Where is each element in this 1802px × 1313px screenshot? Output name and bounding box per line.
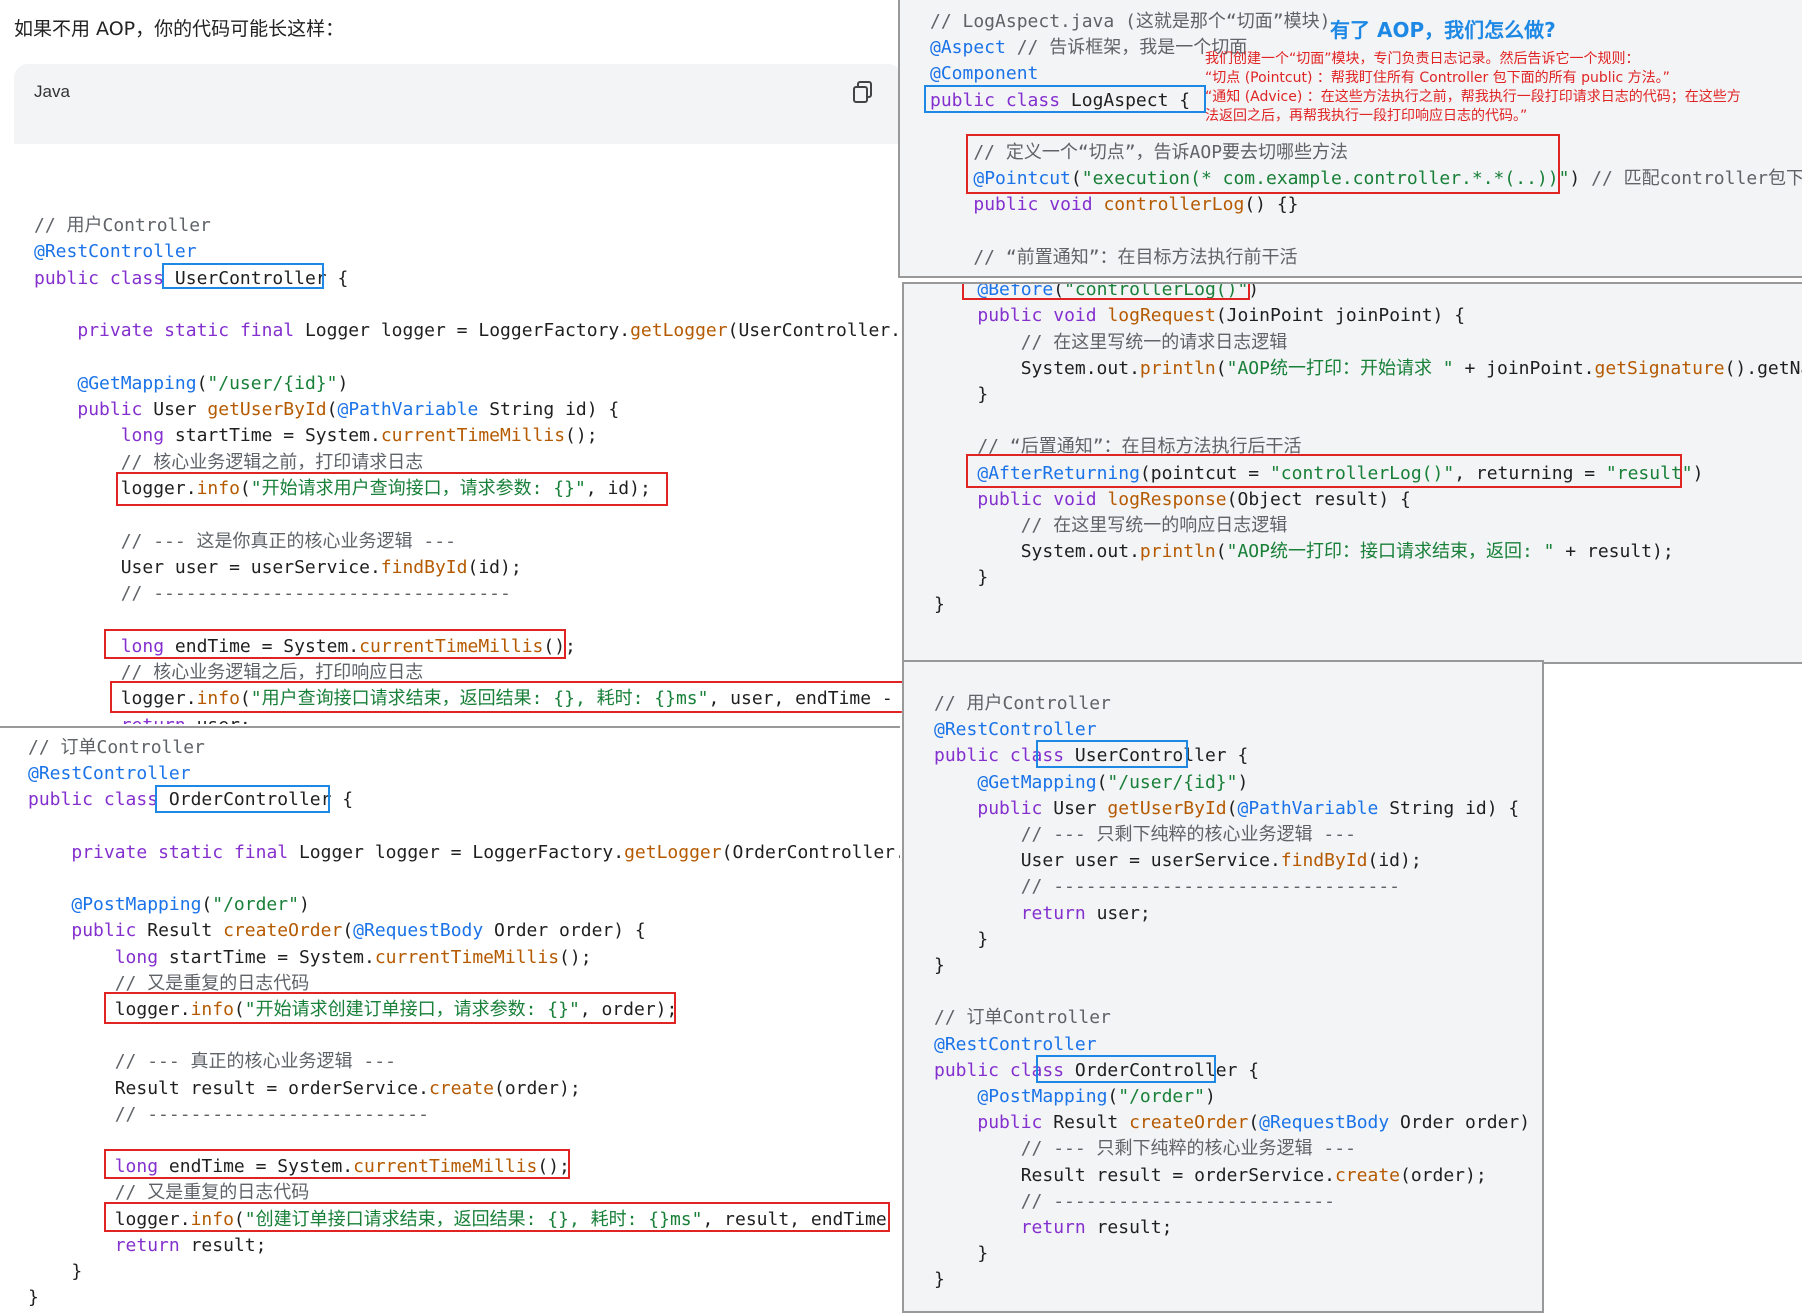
code-line: @Aspect // 告诉框架，我是一个切面	[930, 37, 1248, 59]
code-lines-user-old: // 用户Controller @RestController public cla…	[14, 144, 902, 724]
code-lines-order-old: // 订单Controller @RestController public cla…	[0, 728, 900, 1311]
code-line: return user;	[1020, 902, 1151, 924]
code-line: @GetMapping("/user/{id}")	[77, 372, 349, 394]
code-line: }	[934, 593, 945, 615]
highlight-logger-start	[116, 471, 668, 506]
code-block-advice: // “前置通知”：在目标方法执行前干活 @Before("controller…	[902, 282, 1802, 664]
code-line: public User getUserById(@PathVariable St…	[77, 399, 620, 421]
code-line: return result;	[1020, 1217, 1173, 1238]
code-line: return result;	[114, 1234, 267, 1256]
code-line: // “前置通知”：在目标方法执行前干活	[930, 246, 1298, 268]
code-line: long startTime = System.currentTimeMilli…	[114, 946, 592, 968]
code-line: long startTime = System.currentTimeMilli…	[120, 425, 598, 447]
code-line: // --------------------------------	[934, 876, 1400, 898]
code-line: }	[934, 567, 989, 589]
code-line: }	[934, 1269, 945, 1291]
code-line: }	[28, 1261, 83, 1282]
code-line: // 订单Controller	[28, 737, 205, 758]
code-line: // --- 真正的核心业务逻辑 ---	[28, 1051, 396, 1073]
code-line: User user = userService.findById(id);	[34, 556, 522, 578]
code-line: @RestController	[934, 719, 1097, 741]
code-line: @RestController	[28, 763, 191, 785]
code-line: System.out.println("AOP统一打印：接口请求结束，返回: "…	[934, 541, 1674, 563]
code-line: private static final Logger logger = Log…	[77, 320, 902, 342]
code-line: }	[934, 928, 989, 950]
highlight-after-returning	[966, 453, 1682, 488]
code-line: }	[934, 384, 989, 405]
code-line: }	[28, 1287, 39, 1309]
code-line: Result result = orderService.create(orde…	[28, 1077, 581, 1099]
code-block-order-old: // 订单Controller @RestController public cla…	[0, 726, 900, 1311]
copy-icon[interactable]	[852, 80, 874, 104]
code-line: // 订单Controller	[934, 1007, 1111, 1029]
code-line: // LogAspect.java (这就是那个“切面”模块)	[930, 11, 1331, 32]
code-line: @Component	[930, 63, 1039, 85]
highlight-classname	[1036, 740, 1188, 769]
code-line: public Result createOrder(@RequestBody O…	[71, 920, 646, 942]
code-lines-advice: // “前置通知”：在目标方法执行前干活 @Before("controller…	[904, 284, 1802, 662]
code-line: }	[934, 955, 945, 976]
code-line: Result result = orderService.create(orde…	[934, 1164, 1487, 1186]
code-block-header: Java	[14, 64, 902, 124]
aop-title: 有了 AOP，我们怎么做?	[1330, 18, 1556, 42]
aop-note-1: 我们创建一个“切面”模块，专门负责日志记录。然后告诉它一个规则：	[1205, 51, 1640, 67]
code-line: @PostMapping("/order")	[71, 894, 310, 916]
aop-note-4: 法返回之后，再帮我执行一段打印响应日志的代码。”	[1205, 108, 1528, 124]
highlight-endtime	[104, 1149, 570, 1180]
code-line: public void logRequest(JoinPoint joinPoi…	[977, 305, 1466, 327]
code-line: public void controllerLog() {}	[973, 194, 1299, 216]
code-line: private static final Logger logger = Log…	[71, 841, 900, 863]
code-line: }	[934, 1243, 989, 1265]
code-lang-label: Java	[34, 82, 70, 101]
highlight-endtime	[104, 628, 566, 659]
highlight-pointcut	[966, 134, 1560, 194]
code-line: // 用户Controller	[34, 215, 211, 236]
code-block-controllers-new: // 用户Controller @RestController public cla…	[902, 660, 1544, 1313]
code-line: // 在这里写统一的请求日志逻辑	[934, 331, 1288, 353]
code-line: @PostMapping("/order")	[977, 1086, 1216, 1107]
highlight-logger-end	[104, 1201, 890, 1232]
code-line: public void logResponse(Object result) {	[977, 488, 1411, 510]
highlight-before	[962, 284, 1250, 301]
code-line: System.out.println("AOP统一打印：开始请求 " + joi…	[934, 357, 1802, 379]
highlight-classname	[1036, 1054, 1216, 1083]
code-line: // ---------------------------------	[34, 583, 511, 605]
code-block-user-old: Java // 用户Controller @RestController publi…	[14, 64, 902, 724]
aop-note-2: “切点 (Pointcut) ：帮我盯住所有 Controller 包下面的所有…	[1205, 70, 1670, 86]
code-line: public Result createOrder(@RequestBody O…	[977, 1112, 1544, 1134]
code-line: // 用户Controller	[934, 693, 1111, 714]
code-line: // --- 这是你真正的核心业务逻辑 ---	[34, 530, 456, 552]
code-line: // --- 只剩下纯粹的核心业务逻辑 ---	[934, 1138, 1356, 1160]
code-line: // --- 只剩下纯粹的核心业务逻辑 ---	[934, 824, 1356, 845]
code-line: return user;	[34, 714, 251, 724]
highlight-logger-end	[110, 681, 902, 714]
code-line: User user = userService.findById(id);	[934, 850, 1422, 872]
code-line: @RestController	[34, 241, 197, 263]
code-line: @GetMapping("/user/{id}")	[977, 771, 1249, 793]
code-line: // 在这里写统一的响应日志逻辑	[934, 515, 1288, 536]
code-lines-controllers-new: // 用户Controller @RestController public cla…	[904, 662, 1542, 1311]
highlight-logger-start	[104, 992, 676, 1024]
code-line: public User getUserById(@PathVariable St…	[977, 797, 1520, 819]
code-line: @RestController	[934, 1033, 1097, 1055]
highlight-classname	[155, 785, 330, 814]
code-block-log-aspect: // LogAspect.java (这就是那个“切面”模块) @Aspect /…	[898, 0, 1802, 278]
highlight-classname	[924, 85, 1206, 113]
code-line: // --------------------------	[934, 1190, 1335, 1212]
aop-note-3: “通知 (Advice) ：在这些方法执行之前，帮我执行一段打印请求日志的代码；…	[1205, 89, 1741, 105]
highlight-classname	[162, 263, 324, 290]
intro-text: 如果不用 AOP，你的代码可能长这样：	[14, 18, 345, 40]
code-line: // --------------------------	[28, 1103, 429, 1125]
